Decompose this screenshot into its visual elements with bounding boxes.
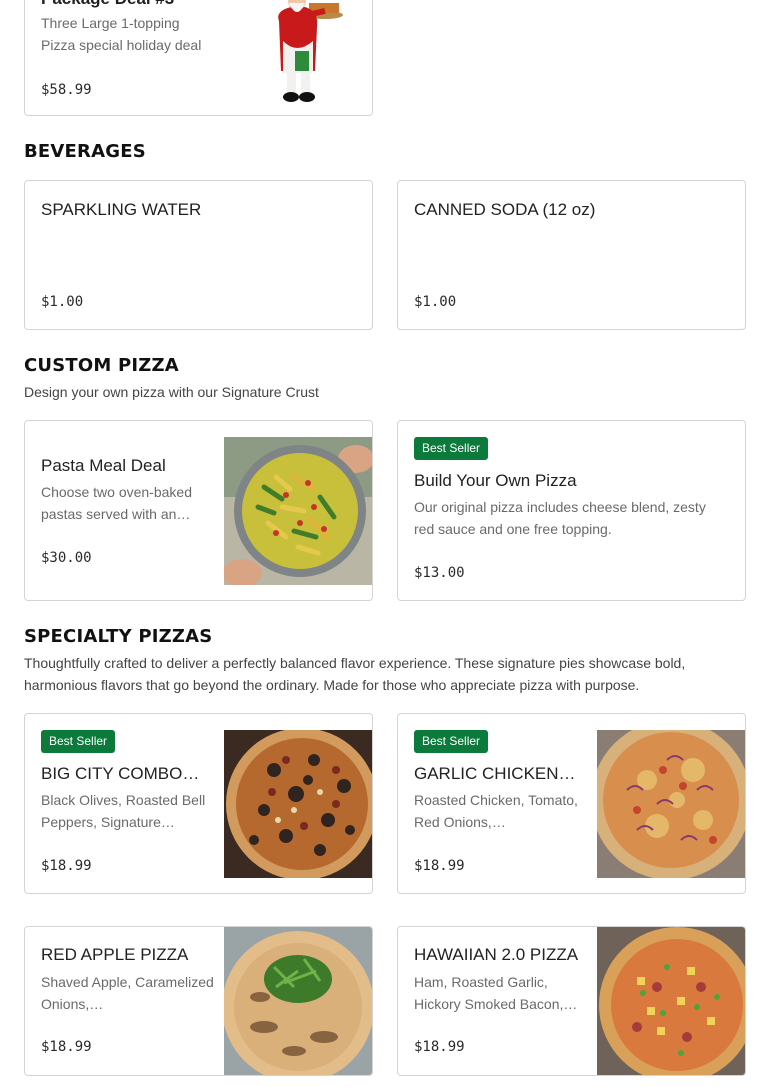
menu-item-card[interactable]: HAWAIIAN 2.0 PIZZA Ham, Roasted Garlic, … — [397, 926, 746, 1076]
section-subtitle: Design your own pizza with our Signature… — [24, 384, 319, 400]
item-name: BIG CITY COMBO… — [41, 764, 200, 783]
item-name: SPARKLING WATER — [41, 200, 202, 219]
menu-item-card[interactable]: RED APPLE PIZZA Shaved Apple, Caramelize… — [24, 926, 373, 1076]
item-price: $13.00 — [414, 565, 465, 581]
menu-item-card[interactable]: SPARKLING WATER $1.00 — [24, 180, 373, 330]
item-description: Black Olives, Roasted Bell Peppers, Sign… — [41, 792, 206, 830]
pizza-image — [597, 730, 745, 878]
section-title-custom-pizza: CUSTOM PIZZA — [24, 355, 179, 376]
item-price: $1.00 — [41, 294, 84, 310]
section-title-specialty-pizzas: SPECIALTY PIZZAS — [24, 626, 213, 647]
item-price: $30.00 — [41, 550, 92, 566]
section-subtitle: Thoughtfully crafted to deliver a perfec… — [24, 655, 686, 693]
pizza-image — [597, 927, 745, 1075]
menu-item-card[interactable]: Best Seller Build Your Own Pizza Our ori… — [397, 420, 746, 601]
item-price: $18.99 — [414, 1039, 465, 1055]
package-deal-card[interactable]: Package Deal #3 Three Large 1-topping Pi… — [24, 0, 373, 116]
item-description: Our original pizza includes cheese blend… — [414, 499, 706, 537]
santa-figure-image — [261, 0, 351, 109]
menu-item-card[interactable]: CANNED SODA (12 oz) $1.00 — [397, 180, 746, 330]
item-name: Package Deal #3 — [41, 0, 221, 9]
pizza-image — [224, 927, 372, 1075]
best-seller-badge: Best Seller — [41, 730, 116, 753]
item-price: $18.99 — [414, 858, 465, 874]
best-seller-badge: Best Seller — [414, 437, 489, 460]
item-price: $18.99 — [41, 858, 92, 874]
best-seller-badge: Best Seller — [414, 730, 489, 753]
item-price: $18.99 — [41, 1039, 92, 1055]
item-name: CANNED SODA (12 oz) — [414, 200, 596, 219]
menu-item-card[interactable]: Best Seller GARLIC CHICKEN… Roasted Chic… — [397, 713, 746, 894]
item-description: Choose two oven-baked pastas served with… — [41, 484, 192, 522]
pasta-image — [224, 437, 372, 585]
item-description: Roasted Chicken, Tomato, Red Onions,… — [414, 792, 578, 830]
item-name: Build Your Own Pizza — [414, 471, 577, 490]
pizza-image — [224, 730, 372, 878]
item-description: Three Large 1-topping Pizza special holi… — [41, 15, 202, 53]
item-name: Pasta Meal Deal — [41, 456, 166, 475]
item-description: Ham, Roasted Garlic, Hickory Smoked Baco… — [414, 974, 578, 1012]
item-description: Shaved Apple, Caramelized Onions,… — [41, 974, 214, 1012]
item-name: GARLIC CHICKEN… — [414, 764, 576, 783]
item-price: $1.00 — [414, 294, 457, 310]
item-price: $58.99 — [41, 82, 92, 98]
section-title-beverages: BEVERAGES — [24, 141, 146, 162]
item-name: RED APPLE PIZZA — [41, 945, 189, 964]
menu-item-card[interactable]: Best Seller BIG CITY COMBO… Black Olives… — [24, 713, 373, 894]
menu-item-card[interactable]: Pasta Meal Deal Choose two oven-baked pa… — [24, 420, 373, 601]
item-name: HAWAIIAN 2.0 PIZZA — [414, 945, 579, 964]
